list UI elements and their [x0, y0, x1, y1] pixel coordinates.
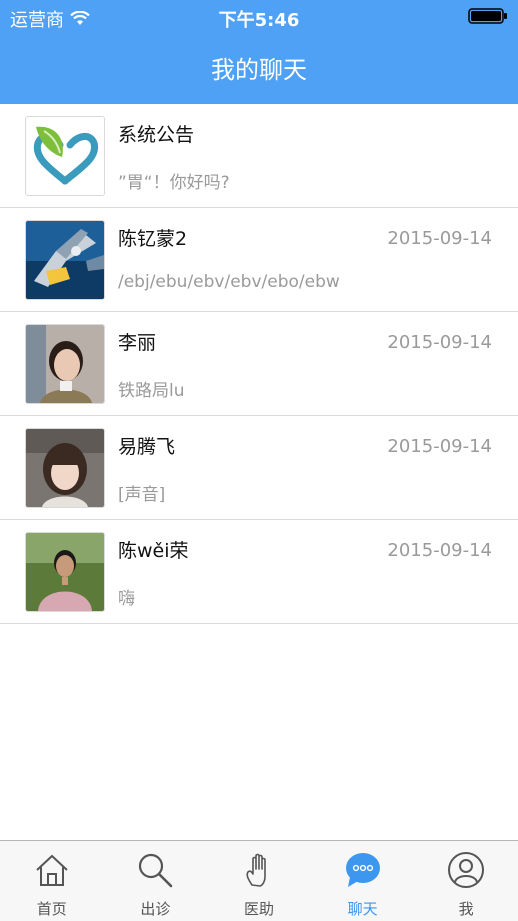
chat-row[interactable]: 李丽 2015-09-14 铁路局lu: [0, 312, 518, 416]
chat-date: 2015-09-14: [387, 540, 492, 561]
avatar: [25, 324, 105, 404]
avatar: [25, 220, 105, 300]
avatar-image: [26, 221, 104, 299]
heart-logo-icon: [33, 126, 99, 185]
status-time: 下午5:46: [218, 10, 300, 31]
chat-preview: [声音]: [118, 485, 166, 505]
chat-row[interactable]: 易腾飞 2015-09-14 [声音]: [0, 416, 518, 520]
chat-date: 2015-09-14: [387, 436, 492, 457]
avatar: [25, 116, 105, 196]
chat-name: 易腾飞: [118, 436, 176, 458]
tab-visit[interactable]: 出诊: [104, 841, 208, 921]
chat-name: 陈钇蒙2: [118, 228, 188, 250]
search-icon: [139, 853, 173, 888]
chat-bubble-icon: [345, 853, 380, 887]
chat-name: 李丽: [118, 332, 157, 354]
avatar-image: [26, 533, 104, 611]
chat-row-system-notice[interactable]: 系统公告 ”胃“！你好吗?: [0, 104, 518, 208]
chat-name: 陈wěi荣: [118, 540, 189, 562]
chat-preview: 铁路局lu: [118, 381, 185, 401]
tab-label: 聊天: [347, 900, 378, 918]
chat-preview: /ebj/ebu/ebv/ebv/ebo/ebw: [118, 272, 340, 292]
avatar-image: [26, 325, 104, 403]
chat-preview: ”胃“！你好吗?: [118, 173, 230, 193]
chat-preview: 嗨: [118, 589, 135, 609]
tab-label: 我: [458, 900, 474, 918]
status-bar: 运营商 下午5:46: [0, 0, 518, 34]
avatar-image: [26, 429, 104, 507]
tab-home[interactable]: 首页: [0, 841, 104, 921]
header: 运营商 下午5:46 我的聊天: [0, 0, 518, 104]
tab-me[interactable]: 我: [414, 841, 518, 921]
page-title: 我的聊天: [211, 56, 307, 84]
tab-label: 医助: [243, 900, 274, 918]
chat-row[interactable]: 陈wěi荣 2015-09-14 嗨: [0, 520, 518, 624]
tab-bar: 首页 出诊 医助 聊天 我: [0, 840, 518, 921]
tab-label: 首页: [36, 900, 67, 918]
home-icon: [36, 854, 68, 886]
chat-name: 系统公告: [118, 124, 195, 146]
chat-row[interactable]: 陈钇蒙2 2015-09-14 /ebj/ebu/ebv/ebv/ebo/ebw: [0, 208, 518, 312]
chat-date: 2015-09-14: [387, 332, 492, 353]
avatar: [25, 532, 105, 612]
chat-list: 系统公告 ”胃“！你好吗? 陈钇蒙2 2015-09-14 /ebj/ebu/e…: [0, 104, 518, 624]
tab-assistant[interactable]: 医助: [207, 841, 311, 921]
avatar: [25, 428, 105, 508]
hand-icon: [246, 853, 266, 887]
tab-label: 出诊: [140, 900, 171, 918]
battery-icon: [468, 8, 507, 24]
chat-date: 2015-09-14: [387, 228, 492, 249]
user-icon: [448, 852, 485, 888]
tab-chat[interactable]: 聊天: [311, 841, 415, 921]
